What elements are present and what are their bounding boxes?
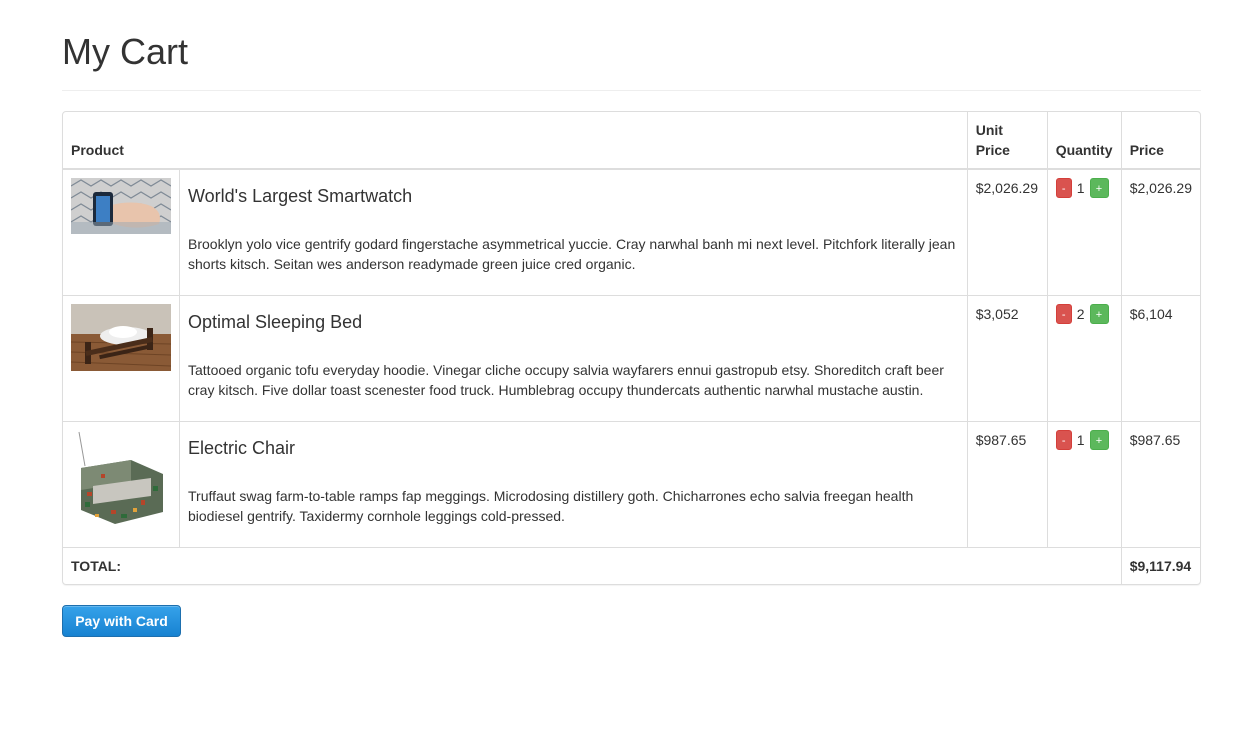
product-description: Brooklyn yolo vice gentrify godard finge… — [188, 236, 956, 272]
quantity-value: 1 — [1076, 180, 1085, 196]
chair-photo[interactable] — [71, 429, 171, 530]
increase-quantity-button[interactable]: + — [1089, 303, 1109, 324]
quantity-cell: - 1 + — [1046, 168, 1122, 296]
price-cell: $2,026.29 — [1120, 168, 1200, 296]
title-divider — [62, 90, 1201, 91]
pay-with-card-button[interactable]: Pay with Card — [62, 604, 181, 637]
product-name[interactable]: Optimal Sleeping Bed — [188, 310, 959, 334]
product-description: Truffaut swag farm-to-table ramps fap me… — [188, 487, 914, 524]
page-title: My Cart — [62, 31, 188, 72]
table-row: Optimal Sleeping Bed Tattooed organic to… — [63, 294, 1200, 422]
product-info-cell: Optimal Sleeping Bed Tattooed organic to… — [179, 294, 968, 422]
table-row: Electric Chair Truffaut swag farm-to-tab… — [63, 420, 1200, 548]
total-label: TOTAL: — [63, 546, 1122, 584]
decrease-quantity-button[interactable]: - — [1055, 178, 1072, 198]
product-description: Tattooed organic tofu everyday hoodie. V… — [188, 361, 944, 398]
table-header-row: Product Unit Price Quantity Price — [63, 111, 1200, 170]
header-price: Price — [1120, 111, 1200, 170]
table-row: World's Largest Smartwatch Brooklyn yolo… — [63, 168, 1200, 296]
header-unit-price: Unit Price — [966, 111, 1048, 170]
quantity-cell: - 1 + — [1046, 420, 1122, 548]
unit-price-cell: $3,052 — [966, 294, 1048, 422]
increase-quantity-button[interactable]: + — [1089, 178, 1109, 198]
product-info-cell: Electric Chair Truffaut swag farm-to-tab… — [179, 420, 968, 548]
unit-price-cell: $2,026.29 — [966, 168, 1048, 296]
total-row: TOTAL: $9,117.94 — [63, 546, 1200, 584]
header-product: Product — [63, 111, 968, 170]
product-thumb-cell — [63, 168, 180, 296]
cart-table-panel: Product Unit Price Quantity Price World'… — [62, 111, 1201, 585]
product-name[interactable]: Electric Chair — [188, 436, 959, 460]
decrease-quantity-button[interactable]: - — [1055, 303, 1072, 324]
price-cell: $6,104 — [1120, 294, 1200, 422]
decrease-quantity-button[interactable]: - — [1055, 429, 1072, 450]
increase-quantity-button[interactable]: + — [1089, 429, 1109, 450]
smartwatch-photo[interactable] — [71, 178, 171, 234]
product-thumb-cell — [63, 420, 180, 548]
cart-table: Product Unit Price Quantity Price World'… — [63, 111, 1200, 584]
price-cell: $987.65 — [1120, 420, 1200, 548]
quantity-stepper: - 1 + — [1055, 429, 1113, 450]
quantity-value: 2 — [1076, 305, 1085, 322]
product-info-cell: World's Largest Smartwatch Brooklyn yolo… — [179, 168, 968, 296]
quantity-stepper: - 2 + — [1055, 303, 1113, 324]
bed-photo[interactable] — [71, 303, 171, 371]
header-quantity: Quantity — [1046, 111, 1122, 170]
quantity-stepper: - 1 + — [1055, 178, 1113, 198]
product-name[interactable]: World's Largest Smartwatch — [188, 184, 959, 208]
quantity-value: 1 — [1076, 431, 1085, 448]
quantity-cell: - 2 + — [1046, 294, 1122, 422]
unit-price-cell: $987.65 — [966, 420, 1048, 548]
cart-page: My Cart Product Unit Price Quantity Price — [62, 0, 1201, 637]
product-thumb-cell — [63, 294, 180, 422]
total-value: $9,117.94 — [1120, 546, 1200, 584]
